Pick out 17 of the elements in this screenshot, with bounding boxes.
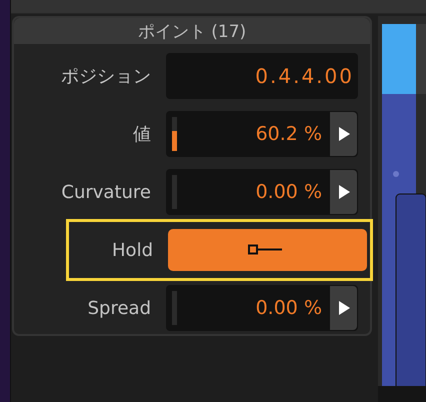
increment-button[interactable]: [330, 286, 357, 330]
increment-button[interactable]: [330, 170, 357, 214]
field-label: 値: [132, 123, 151, 146]
field-label: Hold: [111, 240, 153, 260]
panel-title: ポイント (17): [14, 18, 370, 44]
field-label: Curvature: [60, 182, 151, 202]
position-field[interactable]: 0.4.4.00: [166, 53, 358, 99]
level-track: [172, 175, 177, 209]
level-track: [172, 117, 177, 151]
level-track: [172, 291, 177, 325]
field-label: ポジション: [60, 65, 151, 88]
play-icon: [338, 185, 350, 199]
field-label: Spread: [86, 298, 151, 318]
play-icon: [338, 301, 350, 315]
hold-toggle[interactable]: [168, 229, 367, 271]
play-icon: [338, 127, 350, 141]
increment-button[interactable]: [330, 112, 357, 156]
